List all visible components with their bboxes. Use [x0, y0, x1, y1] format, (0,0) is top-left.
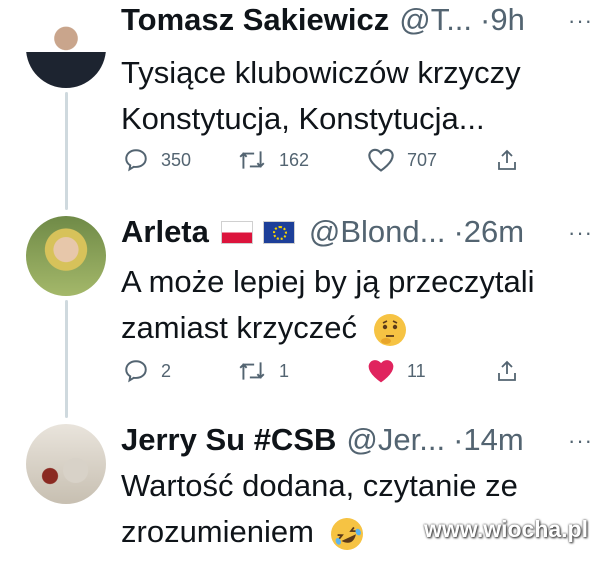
like-button[interactable]: 11: [367, 358, 426, 384]
tweet[interactable]: Arleta @Blond... ·26m ··· A może lepiej …: [0, 208, 610, 418]
share-icon: [498, 360, 516, 381]
poland-flag-icon: [220, 220, 253, 244]
reply-icon: [125, 360, 147, 383]
author-handle[interactable]: @T...: [399, 0, 472, 40]
author-handle[interactable]: @Blond...: [309, 212, 446, 252]
reply-button[interactable]: 350: [123, 147, 191, 173]
tweet-text: Tysiące klubowiczów krzyczy Konstytucja,…: [121, 50, 591, 142]
retweet-icon: [239, 362, 265, 380]
tweet-text-line: zamiast krzyczeć: [121, 305, 591, 351]
tweet-header: Arleta @Blond... ·26m: [121, 212, 524, 252]
more-options-icon[interactable]: ···: [568, 8, 593, 34]
tweet-text-line: Konstytucja, Konstytucja...: [121, 101, 485, 136]
retweet-button[interactable]: 1: [237, 358, 289, 384]
more-options-icon[interactable]: ···: [568, 428, 593, 454]
tweet[interactable]: Tomasz Sakiewicz @T... ·9h ··· Tysiące k…: [0, 0, 610, 208]
watermark: www.wiocha.pl: [424, 516, 588, 542]
author-name[interactable]: Jerry Su #CSB: [121, 420, 336, 460]
retweet-count: 1: [279, 360, 290, 381]
like-count: 11: [407, 360, 426, 381]
like-count: 707: [407, 149, 438, 170]
tweet-header: Jerry Su #CSB @Jer... ·14m: [121, 420, 524, 460]
tweet-text-line: Wartość dodana, czytanie ze: [121, 468, 518, 503]
tweet-actions: 2 1 11: [121, 358, 521, 392]
rolling-laughing-emoji: [325, 512, 368, 556]
thinking-face-emoji: [373, 313, 406, 346]
tweet-text-line: A może lepiej by ją przeczytali: [121, 264, 535, 299]
share-icon: [498, 149, 516, 170]
author-name[interactable]: Arleta: [121, 212, 209, 252]
reply-count: 2: [161, 360, 172, 381]
share-button[interactable]: [495, 147, 519, 173]
tweet-text-line: Tysiące klubowiczów krzyczy: [121, 55, 521, 90]
tweet-text: A może lepiej by ją przeczytali zamiast …: [121, 259, 591, 351]
author-handle[interactable]: @Jer...: [346, 420, 445, 460]
reply-count: 350: [161, 149, 192, 170]
timestamp[interactable]: ·9h: [480, 0, 525, 40]
author-name[interactable]: Tomasz Sakiewicz: [121, 0, 389, 40]
reply-icon: [125, 149, 147, 172]
avatar[interactable]: [26, 216, 106, 296]
retweet-icon: [239, 151, 265, 169]
avatar[interactable]: [26, 8, 106, 88]
heart-icon: [368, 360, 394, 383]
reply-button[interactable]: 2: [123, 358, 171, 384]
retweet-count: 162: [279, 149, 310, 170]
eu-flag-icon: [262, 220, 295, 244]
like-button[interactable]: 707: [367, 147, 437, 173]
retweet-button[interactable]: 162: [237, 147, 309, 173]
more-options-icon[interactable]: ···: [568, 220, 593, 246]
timestamp[interactable]: ·14m: [453, 420, 524, 460]
tweet-text-fragment: zamiast krzyczeć: [121, 310, 357, 345]
tweet-header: Tomasz Sakiewicz @T... ·9h: [121, 0, 525, 40]
share-button[interactable]: [495, 358, 519, 384]
avatar[interactable]: [26, 424, 106, 504]
tweet-actions: 350 162 707: [121, 147, 521, 181]
timestamp[interactable]: ·26m: [453, 212, 524, 252]
heart-icon: [368, 148, 394, 172]
tweet-text-fragment: zrozumieniem: [121, 514, 314, 549]
